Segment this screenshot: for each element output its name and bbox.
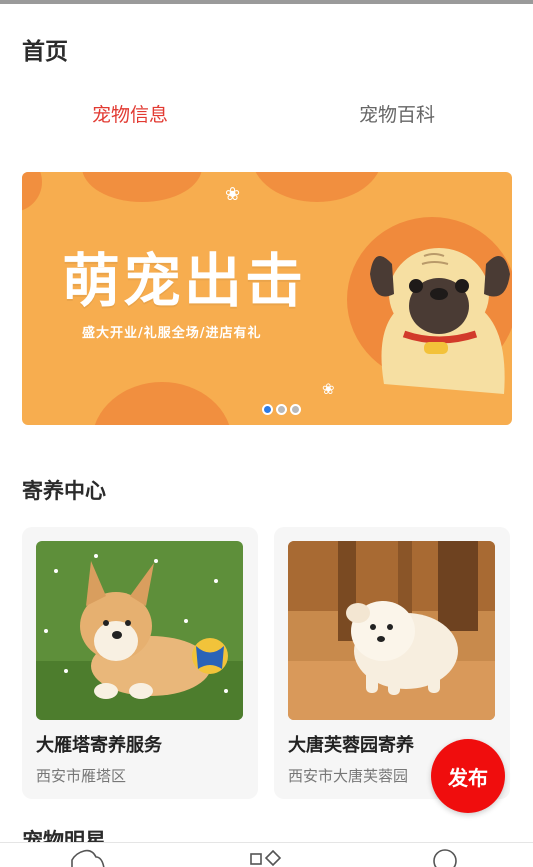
section-title-boarding: 寄养中心 — [22, 479, 106, 503]
bottom-navigation — [0, 842, 533, 867]
card-photo — [36, 541, 243, 720]
banner-subtitle: 盛大开业/礼服全场/进店有礼 — [82, 326, 262, 341]
carousel-dot[interactable] — [276, 404, 287, 415]
carousel-dot[interactable] — [290, 404, 301, 415]
tab-pet-info[interactable]: 宠物信息 — [92, 100, 168, 127]
banner-decor-circle — [82, 172, 202, 202]
status-bar-edge — [0, 0, 533, 4]
profile-icon[interactable] — [431, 849, 459, 867]
tab-bar: 宠物信息 宠物百科 — [0, 100, 533, 140]
card-title: 大雁塔寄养服务 — [36, 735, 162, 756]
carousel-dot[interactable] — [262, 404, 273, 415]
tab-pet-encyclopedia[interactable]: 宠物百科 — [359, 100, 435, 127]
banner-decor-circle — [92, 382, 232, 425]
publish-button[interactable]: 发布 — [431, 739, 505, 813]
boarding-card[interactable]: 大雁塔寄养服务 西安市雁塔区 — [22, 527, 258, 799]
banner-decor-circle — [22, 172, 42, 212]
carousel-indicator[interactable] — [262, 404, 301, 415]
pug-illustration — [370, 248, 510, 394]
banner-decor-circle — [252, 172, 382, 202]
page-title: 首页 — [22, 39, 68, 65]
category-icon[interactable] — [249, 849, 285, 867]
card-photo — [288, 541, 495, 720]
home-icon[interactable] — [70, 849, 106, 867]
paw-icon: ❀ — [322, 380, 335, 398]
paw-icon: ❀ — [225, 184, 241, 205]
banner-carousel[interactable]: 萌宠出击 盛大开业/礼服全场/进店有礼 ❀ ❀ — [22, 172, 512, 425]
banner-headline: 萌宠出击 — [62, 247, 307, 315]
section-title-pet-stars: 宠物明星 — [22, 829, 106, 842]
card-title: 大唐芙蓉园寄养 — [288, 735, 414, 756]
card-address: 西安市雁塔区 — [36, 767, 127, 785]
